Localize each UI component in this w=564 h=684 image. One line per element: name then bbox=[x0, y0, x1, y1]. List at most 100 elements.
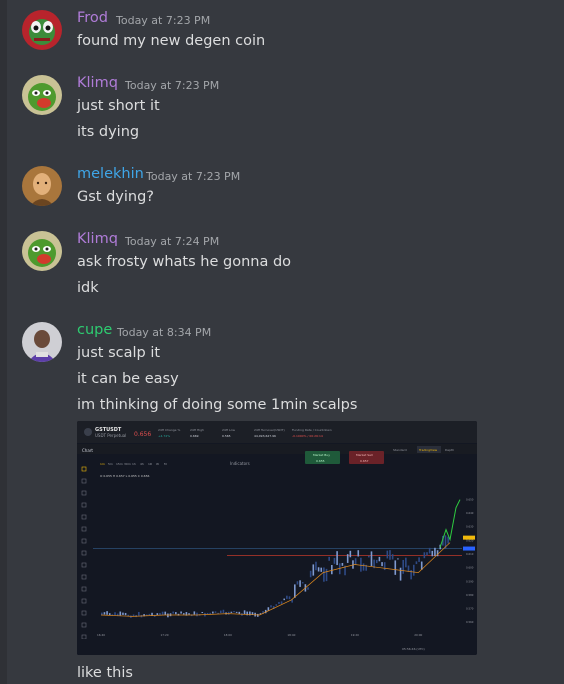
timeframe-button[interactable]: M bbox=[164, 462, 167, 466]
candle bbox=[375, 559, 378, 564]
candle bbox=[148, 613, 151, 616]
indicators-button[interactable]: Indicators bbox=[230, 461, 250, 466]
x-tick-label: 18:00 bbox=[224, 633, 232, 637]
message-text: im thinking of doing some 1min scalps bbox=[77, 397, 358, 413]
message-text: like this bbox=[77, 665, 133, 681]
x-tick-label: 20:00 bbox=[414, 633, 422, 637]
candle bbox=[278, 601, 280, 604]
candle bbox=[368, 555, 370, 558]
candle bbox=[222, 609, 225, 614]
username[interactable]: Frod bbox=[77, 10, 108, 26]
candle bbox=[341, 562, 344, 566]
candle bbox=[230, 611, 233, 613]
candle bbox=[212, 611, 214, 614]
character-avatar[interactable] bbox=[22, 322, 62, 362]
candle bbox=[412, 564, 415, 576]
stat-value: 44,093,627.96 bbox=[254, 434, 276, 438]
candle bbox=[320, 567, 323, 572]
x-tick-label: 19:20 bbox=[351, 633, 359, 637]
symbol-subtitle: USDT Perpetual bbox=[95, 433, 126, 438]
candle bbox=[333, 557, 336, 564]
timeframe-button[interactable]: 5m bbox=[108, 462, 113, 466]
candle bbox=[164, 611, 167, 615]
username[interactable]: Klimq bbox=[77, 231, 118, 247]
chart-panel-label: Chart bbox=[82, 448, 93, 453]
stat-value: +4.74% bbox=[158, 434, 170, 438]
username[interactable]: Klimq bbox=[77, 75, 118, 91]
candle bbox=[431, 550, 434, 557]
y-tick-label: 0.590 bbox=[466, 579, 474, 583]
candle bbox=[251, 612, 254, 615]
candle bbox=[301, 582, 304, 584]
market-buy-label: Market Buy bbox=[313, 453, 330, 457]
candle bbox=[196, 612, 198, 617]
candle bbox=[256, 613, 259, 617]
left-gutter bbox=[0, 0, 7, 684]
timeframe-button[interactable]: 15m bbox=[116, 462, 123, 466]
sell-price: 0.657 bbox=[360, 459, 369, 463]
chart-screenshot-attachment[interactable]: GSTUSDT USDT Perpetual 0.656 24H Change … bbox=[77, 421, 477, 655]
candle bbox=[325, 568, 328, 582]
view-tab[interactable]: TradingView bbox=[418, 448, 438, 452]
candle bbox=[428, 547, 431, 554]
message-text: idk bbox=[77, 280, 99, 296]
timestamp: Today at 7:23 PM bbox=[146, 170, 241, 183]
candle bbox=[331, 565, 333, 575]
y-tick-label: 0.630 bbox=[466, 525, 474, 529]
candle bbox=[402, 559, 405, 574]
timeframe-button[interactable]: 4h bbox=[140, 462, 144, 466]
candle bbox=[381, 562, 383, 567]
candle bbox=[307, 587, 309, 590]
message-text: just scalp it bbox=[77, 345, 161, 361]
timeframe-button[interactable]: 30m bbox=[124, 462, 131, 466]
candle bbox=[370, 551, 373, 567]
timeframe-button[interactable]: 1m bbox=[100, 462, 105, 466]
timeframe-button[interactable]: 1D bbox=[148, 462, 153, 466]
username[interactable]: cupe bbox=[77, 322, 112, 338]
candle bbox=[280, 601, 283, 604]
candle bbox=[415, 561, 418, 565]
candle bbox=[386, 550, 389, 559]
frog-avatar[interactable] bbox=[22, 10, 62, 50]
candle bbox=[391, 554, 394, 560]
candle bbox=[219, 610, 222, 614]
portrait-avatar[interactable] bbox=[22, 166, 62, 206]
stat-label: Funding Rate / Countdown bbox=[292, 428, 332, 432]
y-tick-label: 0.580 bbox=[466, 593, 474, 597]
current-price-tag bbox=[463, 535, 475, 540]
candle bbox=[243, 610, 246, 615]
candle bbox=[323, 567, 325, 582]
timestamp: Today at 7:24 PM bbox=[125, 235, 220, 248]
candle bbox=[405, 557, 407, 568]
username[interactable]: melekhin bbox=[77, 166, 144, 182]
pepe-avatar[interactable] bbox=[22, 75, 62, 115]
view-tab[interactable]: Standard bbox=[393, 448, 407, 452]
candle bbox=[108, 613, 111, 616]
y-tick-label: 0.560 bbox=[466, 620, 474, 624]
candle bbox=[193, 611, 196, 615]
candle bbox=[399, 567, 402, 581]
candle bbox=[383, 562, 386, 571]
candle bbox=[328, 556, 330, 561]
candle bbox=[434, 547, 436, 557]
candle bbox=[188, 613, 190, 615]
candle bbox=[346, 554, 349, 563]
candle bbox=[389, 550, 391, 560]
candle bbox=[106, 611, 108, 615]
ohlc-readout: O 0.655 H 0.657 L 0.655 C 0.656 bbox=[100, 474, 150, 478]
candle bbox=[114, 612, 116, 616]
candle bbox=[418, 557, 420, 562]
candle bbox=[423, 552, 426, 559]
candle bbox=[214, 611, 217, 613]
timeframe-button[interactable]: W bbox=[156, 462, 159, 466]
last-price: 0.656 bbox=[134, 431, 151, 438]
y-tick-label: 0.640 bbox=[466, 511, 474, 515]
view-tab[interactable]: Depth bbox=[445, 448, 454, 452]
candle bbox=[209, 612, 212, 614]
candle bbox=[315, 561, 317, 571]
timeframe-button[interactable]: 1h bbox=[132, 462, 136, 466]
coin-icon bbox=[84, 428, 92, 436]
candle bbox=[180, 611, 182, 614]
pepe-avatar[interactable] bbox=[22, 231, 62, 271]
message-text: just short it bbox=[77, 98, 160, 114]
